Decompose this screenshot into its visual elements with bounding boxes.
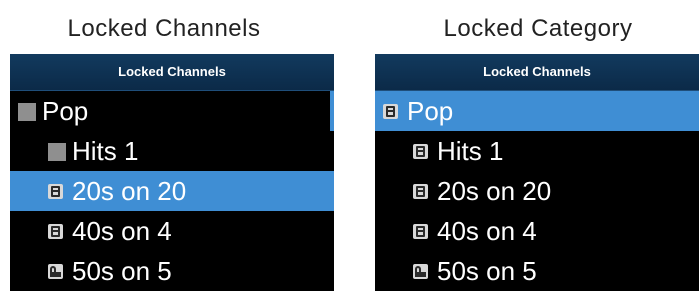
right-list-item-20s-on-20-label: 20s on 20 [437, 176, 552, 206]
lock-icon [383, 104, 398, 119]
right-list-item-pop[interactable]: Pop [375, 91, 699, 131]
left-list-item-50s-on-5[interactable]: 50s on 5 [10, 251, 334, 291]
right-list-item-50s-on-5-label: 50s on 5 [437, 256, 537, 286]
right-panel-caption: Locked Category [443, 15, 633, 42]
right-panel-screen: Locked Channels Pop Hits 1 20s on 20 40s… [375, 54, 699, 291]
lock-icon [48, 224, 63, 239]
left-list-item-hits-1[interactable]: Hits 1 [10, 131, 334, 171]
right-list-item-hits-1[interactable]: Hits 1 [375, 131, 699, 171]
unlock-icon [413, 264, 428, 279]
left-list-item-20s-on-20[interactable]: 20s on 20 [10, 171, 334, 211]
right-list-item-20s-on-20[interactable]: 20s on 20 [375, 171, 699, 211]
right-list-item-50s-on-5[interactable]: 50s on 5 [375, 251, 699, 291]
left-list-item-pop[interactable]: Pop [10, 91, 334, 131]
left-list-item-40s-on-4[interactable]: 40s on 4 [10, 211, 334, 251]
category-square-icon [18, 103, 36, 121]
left-list-item-pop-label: Pop [42, 96, 89, 126]
lock-icon [413, 224, 428, 239]
right-list-item-hits-1-label: Hits 1 [437, 136, 504, 166]
lock-icon [413, 144, 428, 159]
left-panel-header: Locked Channels [10, 54, 334, 91]
left-panel-caption: Locked Channels [67, 15, 261, 42]
left-panel-screen: Locked Channels Pop Hits 1 20s on 20 40s… [10, 54, 334, 291]
left-list-item-50s-on-5-label: 50s on 5 [72, 256, 172, 286]
unlock-icon [48, 264, 63, 279]
scroll-indicator[interactable] [330, 91, 334, 131]
right-list-item-pop-label: Pop [407, 96, 454, 126]
right-list-item-40s-on-4-label: 40s on 4 [437, 216, 537, 246]
left-list-item-40s-on-4-label: 40s on 4 [72, 216, 172, 246]
right-panel-header: Locked Channels [375, 54, 699, 91]
category-square-icon [48, 143, 66, 161]
lock-icon [413, 184, 428, 199]
left-list-item-hits-1-label: Hits 1 [72, 136, 139, 166]
lock-icon [48, 184, 63, 199]
right-list-item-40s-on-4[interactable]: 40s on 4 [375, 211, 699, 251]
left-list-item-20s-on-20-label: 20s on 20 [72, 176, 187, 206]
